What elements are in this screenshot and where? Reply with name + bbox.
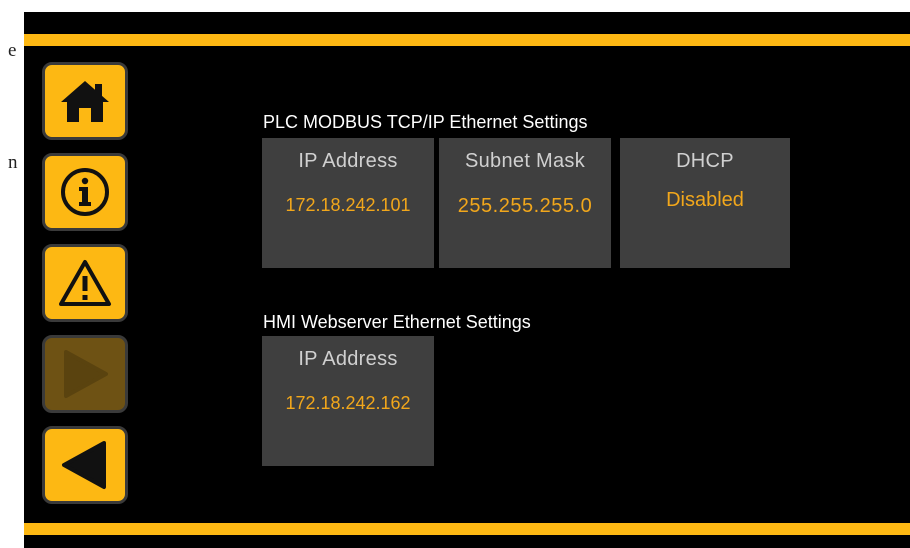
play-forward-icon xyxy=(64,350,108,398)
plc-dhcp-value: Disabled xyxy=(666,189,744,211)
top-accent-bar xyxy=(24,34,910,46)
info-icon xyxy=(61,168,109,216)
plc-section-title: PLC MODBUS TCP/IP Ethernet Settings xyxy=(263,112,588,132)
hmi-ip-tile: IP Address 172.18.242.162 xyxy=(262,336,434,466)
home-icon xyxy=(61,81,109,122)
plc-subnet-value: 255.255.255.0 xyxy=(457,195,593,217)
plc-ip-label: IP Address xyxy=(298,150,398,172)
back-icon xyxy=(62,441,106,489)
hmi-ip-value: 172.18.242.162 xyxy=(285,393,411,413)
hmi-section-title: HMI Webserver Ethernet Settings xyxy=(263,312,531,332)
plc-subnet-tile: Subnet Mask 255.255.255.0 xyxy=(439,138,611,268)
plc-subnet-label: Subnet Mask xyxy=(464,150,586,172)
next-button[interactable] xyxy=(42,335,128,413)
hmi-ip-label: IP Address xyxy=(298,348,398,370)
plc-ip-tile: IP Address 172.18.242.101 xyxy=(262,138,434,268)
warning-icon xyxy=(59,260,111,306)
page-edge-fragment: e xyxy=(8,40,17,61)
page-edge-fragment: n xyxy=(8,152,18,173)
page-edge: e n xyxy=(0,0,24,548)
bottom-accent-bar xyxy=(24,523,910,535)
back-button[interactable] xyxy=(42,426,128,504)
hmi-screen: PLC MODBUS TCP/IP Ethernet Settings IP A… xyxy=(24,12,910,548)
info-button[interactable] xyxy=(42,153,128,231)
plc-dhcp-tile: DHCP Disabled xyxy=(620,138,790,268)
plc-dhcp-label: DHCP xyxy=(676,150,734,172)
home-button[interactable] xyxy=(42,62,128,140)
plc-ip-value: 172.18.242.101 xyxy=(285,195,411,215)
warning-button[interactable] xyxy=(42,244,128,322)
